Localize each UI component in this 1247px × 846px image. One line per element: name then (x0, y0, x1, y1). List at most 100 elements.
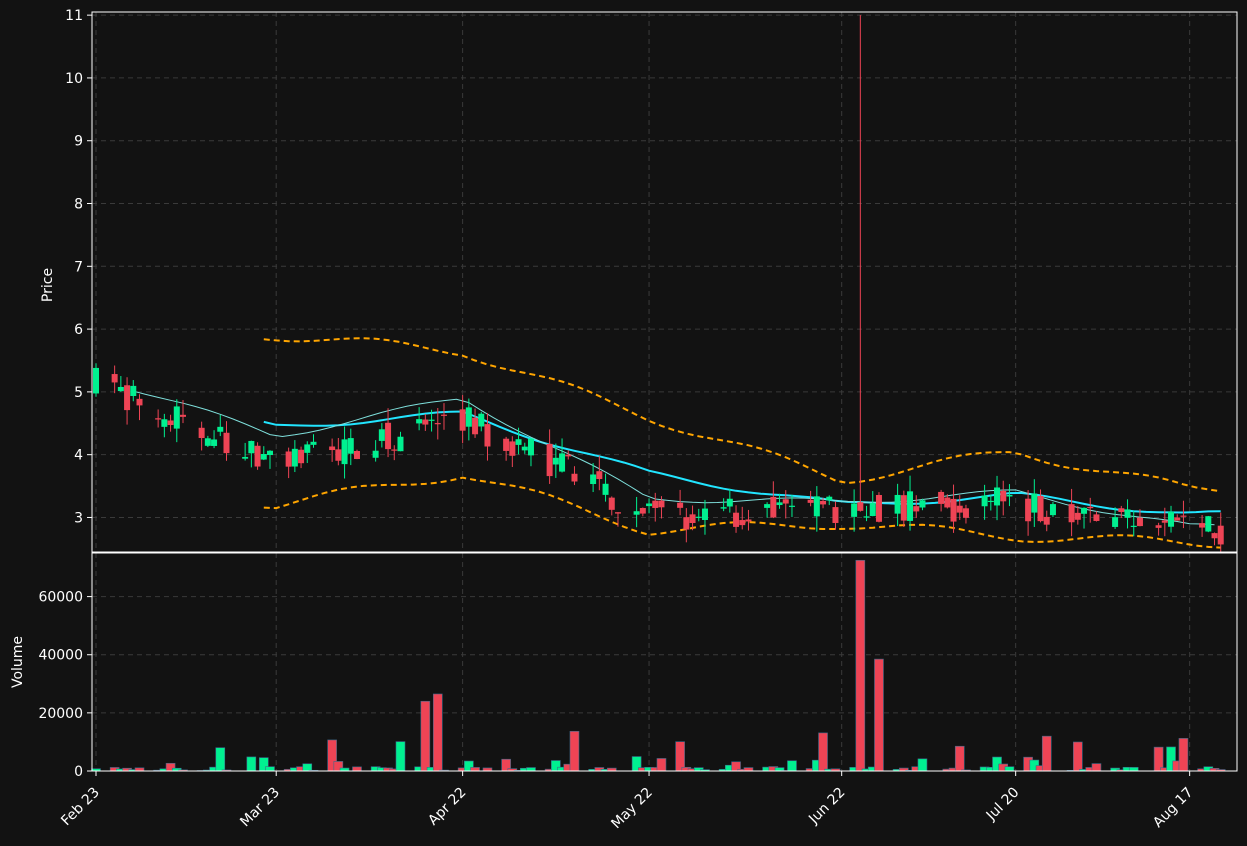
candle-body (503, 439, 509, 451)
candle-body (658, 501, 664, 508)
x-tick-label: Mar 23 (237, 785, 283, 831)
candle-body (161, 419, 167, 427)
price-tick-label: 4 (74, 448, 83, 464)
volume-bar (1129, 767, 1138, 771)
candle-body (130, 386, 136, 396)
volume-bar (216, 748, 225, 771)
candle-body (509, 441, 515, 455)
candle-body (242, 457, 248, 459)
candle-body (571, 474, 577, 482)
candlestick-volume-chart: 345678910110200004000060000Feb 23Mar 23A… (0, 0, 1247, 842)
candle-body (435, 423, 441, 424)
volume-tick-label: 20000 (38, 706, 83, 722)
candle-body (255, 446, 261, 467)
candle-body (1218, 526, 1224, 545)
price-tick-label: 9 (74, 134, 83, 150)
chart-root: 345678910110200004000060000Feb 23Mar 23A… (0, 0, 1247, 842)
volume-bar (1092, 764, 1101, 771)
candle-body (783, 499, 789, 503)
volume-bar (1154, 747, 1163, 771)
candle-body (422, 420, 428, 425)
x-tick-label: May 22 (608, 785, 656, 833)
candle-body (938, 492, 944, 504)
candle-body (789, 506, 795, 507)
candle-body (690, 514, 696, 523)
candle-body (1174, 517, 1180, 520)
candle-body (770, 497, 776, 518)
candle-body (155, 418, 161, 419)
volume-axis-label: Volume (10, 636, 26, 688)
candle-body (615, 512, 621, 513)
candle-body (1162, 520, 1168, 522)
candle-body (1006, 495, 1012, 497)
candle-body (745, 519, 751, 521)
candle-body (93, 368, 99, 394)
volume-bar (421, 701, 430, 771)
price-tick-label: 6 (74, 322, 83, 338)
candle-body (857, 502, 863, 511)
candle-body (348, 438, 354, 454)
candle-body (876, 495, 882, 522)
candle-body (1212, 533, 1218, 538)
candle-body (702, 509, 708, 520)
candle-body (1044, 517, 1050, 525)
volume-tick-label: 60000 (38, 590, 83, 606)
candle-body (329, 446, 335, 450)
candle-body (640, 508, 646, 514)
x-tick-label: Aug 17 (1150, 785, 1196, 831)
candle-body (460, 409, 466, 430)
candle-body (441, 415, 447, 416)
candle-body (472, 418, 478, 435)
candle-body (1087, 507, 1093, 508)
candle-body (1137, 518, 1143, 526)
candle-body (286, 451, 292, 466)
candle-body (429, 420, 435, 421)
candle-body (205, 438, 211, 446)
volume-bar (352, 767, 361, 771)
candle-body (596, 471, 602, 479)
candle-body (1075, 513, 1081, 520)
volume-bar (918, 759, 927, 771)
candle-body (1081, 508, 1087, 514)
candle-body (870, 503, 876, 516)
volume-bar (744, 768, 753, 771)
candle-body (652, 501, 658, 508)
volume-bar (1179, 738, 1188, 771)
candle-body (528, 439, 534, 456)
candle-body (832, 507, 838, 523)
label-layer: Price Volume (10, 268, 56, 688)
volume-bar (1005, 767, 1014, 771)
volume-bar (657, 758, 666, 771)
candle-body (397, 437, 403, 451)
candle-body (342, 439, 348, 464)
candle-body (1156, 525, 1162, 528)
volume-bar (396, 742, 405, 771)
candle-body (603, 484, 609, 495)
candle-body (379, 429, 385, 441)
candle-body (416, 419, 422, 423)
candle-body (1199, 523, 1205, 527)
volume-bar (1073, 742, 1082, 771)
volume-bar (874, 659, 883, 771)
candle-body (553, 458, 559, 465)
candle-body (174, 406, 180, 428)
candle-body (118, 387, 124, 391)
volume-bar (247, 757, 256, 771)
candle-body (864, 516, 870, 517)
candle-body (951, 499, 957, 522)
volume-bar (819, 733, 828, 771)
candle-body (478, 414, 484, 427)
x-tick-label: Jun 22 (805, 785, 848, 828)
candle-body (1205, 516, 1211, 531)
price-tick-label: 10 (65, 71, 83, 87)
volume-bar (1042, 736, 1051, 771)
candle-body (1180, 516, 1186, 517)
candle-body (304, 444, 310, 452)
candle-body (1031, 494, 1037, 513)
candle-body (248, 441, 254, 453)
volume-tick-label: 0 (74, 764, 83, 780)
price-tick-label: 5 (74, 385, 83, 401)
candle-body (124, 385, 130, 410)
candle-body (180, 415, 186, 417)
candle-body (733, 513, 739, 527)
